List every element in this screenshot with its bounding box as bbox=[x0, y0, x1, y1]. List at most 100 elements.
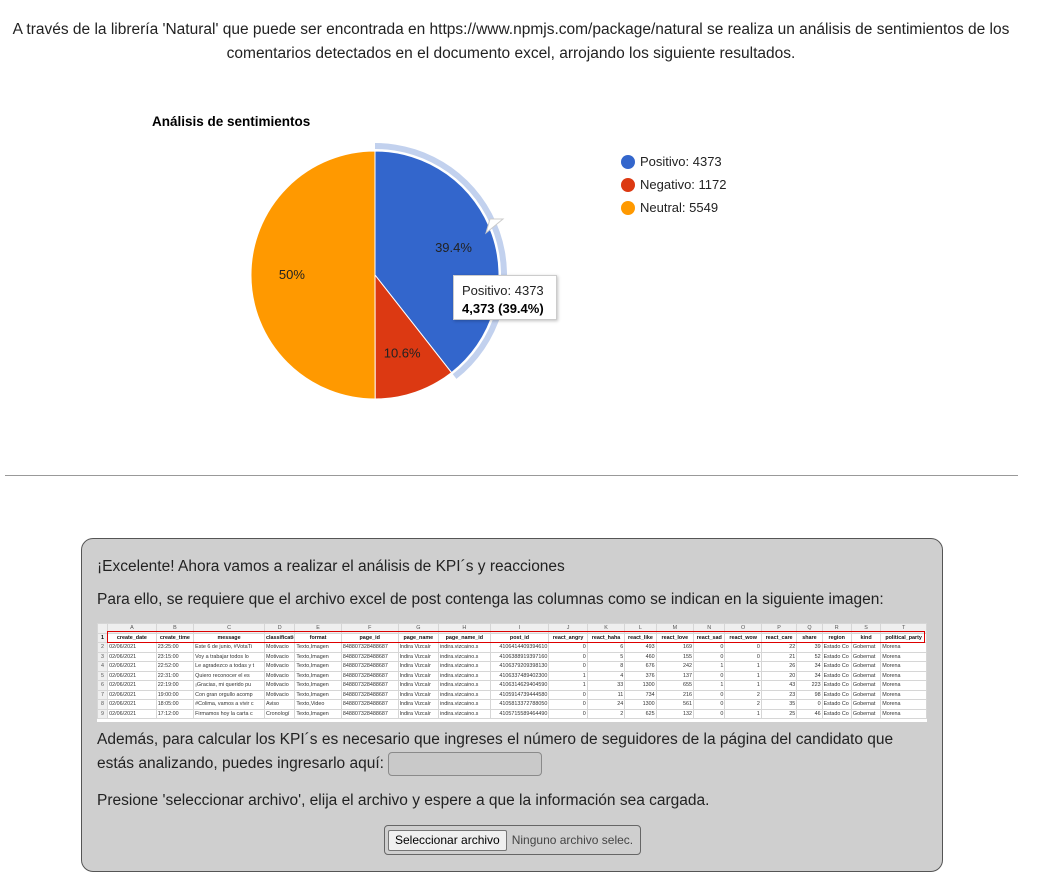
table-cell: Indira Vizcaír bbox=[397, 642, 440, 653]
table-cell: 0 bbox=[693, 708, 726, 719]
chart-legend: Positivo: 4373 Negativo: 1172 Neutral: 554… bbox=[621, 150, 727, 219]
table-cell: 23:15:00 bbox=[155, 651, 195, 662]
table-cell: Texto,Imagen bbox=[294, 651, 342, 662]
header-cell: kind bbox=[850, 632, 882, 643]
row-number: 8 bbox=[97, 699, 109, 710]
table-cell: 4106337489402300 bbox=[489, 670, 550, 681]
followers-input[interactable] bbox=[388, 752, 543, 776]
file-input[interactable]: Seleccionar archivo Ninguno archivo sele… bbox=[384, 825, 641, 855]
table-cell: 848807328488687 bbox=[340, 642, 399, 653]
column-letter: B bbox=[155, 623, 195, 634]
table-cell: #Colima, vamos a vivir c bbox=[193, 699, 265, 710]
table-cell: 734 bbox=[624, 689, 657, 700]
legend-item-positivo[interactable]: Positivo: 4373 bbox=[621, 150, 727, 173]
row-number: 2 bbox=[97, 642, 109, 653]
table-cell: Texto,Imagen bbox=[294, 661, 342, 672]
table-cell: 02/06/2021 bbox=[107, 680, 157, 691]
table-cell: Estado Co bbox=[821, 708, 852, 719]
column-letter: O bbox=[724, 623, 762, 634]
table-cell: 0 bbox=[724, 651, 762, 662]
table-cell: 1 bbox=[548, 670, 588, 681]
table-cell: 4105914739444580 bbox=[489, 689, 550, 700]
header-cell: classificatio bbox=[263, 632, 296, 643]
table-cell: 0 bbox=[693, 670, 726, 681]
legend-label: Neutral: 5549 bbox=[640, 200, 719, 215]
table-cell: 625 bbox=[624, 708, 657, 719]
table-cell: 23:25:00 bbox=[155, 642, 195, 653]
column-letter: D bbox=[263, 623, 296, 634]
table-cell: indira.vizcaino.s bbox=[438, 689, 491, 700]
header-cell: page_name bbox=[397, 632, 440, 643]
pie-slice-neutral[interactable] bbox=[250, 150, 376, 400]
column-letter: G bbox=[397, 623, 440, 634]
column-letters-row: ABCDEFGHIJKLMNOPQRST bbox=[97, 623, 927, 634]
table-cell: Motivacio bbox=[263, 642, 296, 653]
table-row: 4 02/06/2021 22:52:00 Le agradezco a todas … bbox=[97, 661, 927, 672]
column-letter: S bbox=[850, 623, 882, 634]
table-cell: 0 bbox=[693, 642, 726, 653]
table-cell: Gobernat bbox=[850, 670, 882, 681]
select-file-button[interactable]: Seleccionar archivo bbox=[388, 829, 507, 851]
excellent-text: ¡Excelente! Ahora vamos a realizar el an… bbox=[97, 558, 565, 575]
table-cell: Indira Vizcaír bbox=[397, 699, 440, 710]
slice-label-positivo: 39.4% bbox=[435, 240, 472, 255]
table-cell: Firmamos hoy la carta c bbox=[193, 708, 265, 719]
table-cell: 35 bbox=[760, 699, 798, 710]
table-cell: Motivacio bbox=[263, 661, 296, 672]
table-cell: Texto,Video bbox=[294, 699, 342, 710]
table-cell: Gobernat bbox=[850, 651, 882, 662]
table-cell: 0 bbox=[693, 699, 726, 710]
table-cell: Gobernat bbox=[850, 689, 882, 700]
table-cell: Indira Vizcaír bbox=[397, 670, 440, 681]
legend-item-neutral[interactable]: Neutral: 5549 bbox=[621, 196, 727, 219]
sentiment-chart: Análisis de sentimientos 39.4% 10.6% 50% P… bbox=[0, 100, 1042, 430]
table-cell: Estado Co bbox=[821, 689, 852, 700]
table-cell: 33 bbox=[586, 680, 626, 691]
table-cell: 561 bbox=[655, 699, 695, 710]
table-cell: 2 bbox=[586, 708, 626, 719]
legend-item-negativo[interactable]: Negativo: 1172 bbox=[621, 173, 727, 196]
table-cell: Quiero reconocer el es bbox=[193, 670, 265, 681]
table-cell: Motivacio bbox=[263, 689, 296, 700]
table-cell: Motivacio bbox=[263, 680, 296, 691]
table-cell: 848807328488687 bbox=[340, 680, 399, 691]
header-cell: react_care bbox=[760, 632, 798, 643]
slice-label-neutral: 50% bbox=[279, 267, 305, 282]
table-cell: 1300 bbox=[624, 680, 657, 691]
table-cell: 848807328488687 bbox=[340, 670, 399, 681]
table-cell: indira.vizcaino.s bbox=[438, 670, 491, 681]
table-cell: Indira Vizcaír bbox=[397, 651, 440, 662]
table-row: 5 02/06/2021 22:31:00 Quiero reconocer el e… bbox=[97, 670, 927, 681]
table-cell: Estado Co bbox=[821, 670, 852, 681]
table-cell: 1 bbox=[724, 708, 762, 719]
table-cell: Indira Vizcaír bbox=[397, 680, 440, 691]
table-cell: Estado Co bbox=[821, 680, 852, 691]
spreadsheet-example-image: A B C D E F G H I J K L M N O P Q R S T 1 create_date create_t… bbox=[97, 623, 927, 722]
table-cell: indira.vizcaino.s bbox=[438, 661, 491, 672]
table-cell: Morena bbox=[880, 651, 927, 662]
table-cell: Morena bbox=[880, 661, 927, 672]
column-letter: T bbox=[880, 623, 927, 634]
table-cell: Gobernat bbox=[850, 642, 882, 653]
table-cell: Voy a trabajar todos lo bbox=[193, 651, 265, 662]
column-letter: L bbox=[624, 623, 657, 634]
table-cell: 0 bbox=[693, 689, 726, 700]
table-cell: indira.vizcaino.s bbox=[438, 680, 491, 691]
table-cell: Texto,Imagen bbox=[294, 670, 342, 681]
file-status: Ninguno archivo selec. bbox=[511, 833, 634, 847]
table-cell: 1 bbox=[548, 680, 588, 691]
row-number: 7 bbox=[97, 689, 109, 700]
column-letter: M bbox=[655, 623, 695, 634]
table-cell: indira.vizcaino.s bbox=[438, 651, 491, 662]
table-cell: Con gran orgullo acomp bbox=[193, 689, 265, 700]
table-cell: 4105715589464490 bbox=[489, 708, 550, 719]
row-number: 5 bbox=[97, 670, 109, 681]
table-cell: 848807328488687 bbox=[340, 699, 399, 710]
table-cell: Morena bbox=[880, 642, 927, 653]
table-row: 2 02/06/2021 23:25:00 Este 6 de junio, #Vot… bbox=[97, 642, 927, 653]
table-cell: 0 bbox=[693, 651, 726, 662]
column-letter: H bbox=[438, 623, 491, 634]
table-cell: 23 bbox=[760, 689, 798, 700]
header-cell: react_like bbox=[624, 632, 657, 643]
table-cell: 22 bbox=[760, 642, 798, 653]
